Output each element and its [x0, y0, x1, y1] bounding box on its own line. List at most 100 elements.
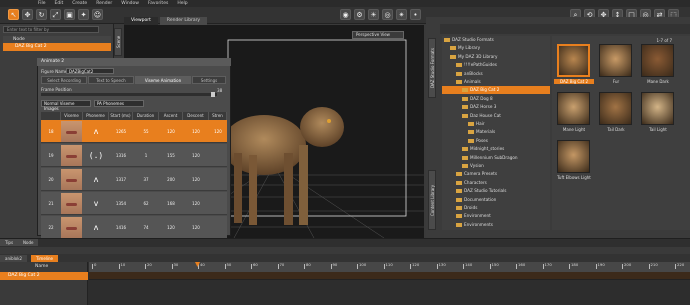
cell-strength [209, 168, 227, 191]
library-item[interactable]: Midnight_stories [442, 145, 550, 153]
column-header[interactable]: Viseme [61, 112, 83, 120]
cell-duration: 62 [143, 201, 149, 206]
tab-viewport[interactable]: Viewport [124, 17, 158, 25]
menu-window[interactable]: Window [121, 1, 139, 6]
tab-settings[interactable]: Settings [192, 76, 226, 84]
library-item-label: Hair [476, 121, 485, 126]
library-item[interactable]: Environments [442, 221, 550, 229]
thumbnail[interactable] [599, 44, 632, 77]
library-item[interactable]: My DAZ 3D Library [442, 53, 550, 61]
node-icon[interactable]: ▣ [64, 9, 75, 20]
library-item[interactable]: Droids [442, 204, 550, 212]
thumbnail[interactable] [557, 140, 590, 173]
thumbnail[interactable] [599, 92, 632, 125]
column-header[interactable]: Ascent (ms) [159, 112, 183, 126]
ruler-label: 210 [650, 262, 658, 267]
library-item[interactable]: DAZ Horse 3 [442, 103, 550, 111]
ruler-label: 10 [120, 262, 126, 267]
thumbnail[interactable] [641, 92, 674, 125]
library-item[interactable]: DAZ Dog 8 [442, 95, 550, 103]
library-item[interactable]: Hair [442, 120, 550, 128]
ruler-tick [171, 264, 173, 269]
figure-name-field[interactable]: DAZBigCat2 [66, 68, 114, 74]
scene-item-selected[interactable]: DAZ Big Cat 2 [3, 43, 111, 51]
thumbnail[interactable] [557, 44, 590, 77]
menu-create[interactable]: Create [72, 1, 87, 6]
column-header[interactable] [41, 112, 61, 120]
side-tab-daz-formats[interactable]: DAZ Studio Formats [428, 38, 436, 98]
menu-file[interactable]: File [38, 1, 46, 6]
library-item-label: Poses [476, 137, 488, 143]
thumbnail[interactable] [641, 44, 674, 77]
viseme-image [61, 216, 83, 239]
tab-render-library[interactable]: Render Library [159, 17, 208, 25]
menu-render[interactable]: Render [96, 1, 112, 6]
library-item[interactable]: Animals [442, 78, 550, 86]
folder-icon [468, 138, 474, 143]
lion-figure[interactable] [222, 107, 344, 225]
tab-node[interactable]: Node [18, 239, 39, 246]
tab-text-to-speech[interactable]: Text to Speech [88, 76, 134, 84]
cell-descent: 120 [192, 201, 200, 206]
library-item[interactable]: Characters [442, 179, 550, 187]
library-item[interactable]: Vysion [442, 162, 550, 170]
library-item[interactable]: DAZ Big Cat 2 [442, 86, 550, 95]
table-row[interactable]: 19 (.) 1316 1 155 120 [41, 144, 227, 167]
library-item[interactable]: !!!!ePathGuides [442, 61, 550, 69]
timeline-track-label[interactable]: DAZ Big Cat 2 [0, 272, 88, 280]
slider-handle[interactable] [211, 92, 215, 97]
tab-select-recording[interactable]: Select Recording [41, 76, 87, 84]
tab-timeline[interactable]: Timeline [31, 255, 59, 262]
scene-filter-input[interactable]: Enter text to filter by [3, 26, 99, 33]
viewport-tabs: Viewport Render Library [124, 17, 424, 25]
menu-favorites[interactable]: Favorites [148, 1, 168, 6]
library-item[interactable]: Millennium SubDragon [442, 154, 550, 162]
frame-position-slider[interactable] [41, 92, 217, 97]
column-header[interactable]: Stren [209, 112, 227, 120]
column-header[interactable]: Descent (ms) [183, 112, 209, 126]
table-row[interactable]: 18 ʌ 1265 55 120 120 120 [41, 120, 227, 143]
timeline-track[interactable] [89, 272, 690, 280]
menu-edit[interactable]: Edit [55, 1, 64, 6]
library-item[interactable]: anBlocks [442, 70, 550, 78]
library-item[interactable]: Materials [442, 128, 550, 136]
column-header[interactable]: Duration (ms) [133, 112, 159, 126]
thumbnail[interactable] [557, 92, 590, 125]
universal-icon[interactable]: ✦ [78, 9, 89, 20]
library-item-label: Midnight_stories [470, 146, 505, 152]
rotate-icon[interactable]: ↻ [36, 9, 47, 20]
camera-dropdown[interactable]: Perspective View [352, 31, 404, 39]
ruler-label: 140 [465, 262, 473, 267]
library-item[interactable]: Camera Presets [442, 170, 550, 178]
library-item[interactable]: My Library [442, 44, 550, 52]
menu-help[interactable]: Help [177, 1, 187, 6]
library-item[interactable]: Poses [442, 137, 550, 145]
pose-icon[interactable]: ☺ [92, 9, 103, 20]
library-item-label: Millennium SubDragon [470, 154, 518, 160]
phoneme-set-dropdown[interactable]: PA Phonemes [94, 100, 144, 107]
table-row[interactable]: 20 ʌ 1317 37 200 120 [41, 168, 227, 191]
table-row[interactable]: 22 ʌ 1416 74 120 120 [41, 216, 227, 239]
move-icon[interactable]: ✥ [22, 9, 33, 20]
library-item[interactable]: DAZ Studio Tutorials [442, 187, 550, 195]
column-header[interactable]: Phoneme [83, 112, 109, 120]
library-item[interactable]: DAZ Studio Formats [442, 36, 550, 44]
viseme-images-dropdown[interactable]: Normal Viseme Images [41, 100, 91, 111]
tab-aniblok[interactable]: aniblok2 [0, 255, 28, 262]
library-item[interactable]: Environment [442, 212, 550, 220]
cell-descent: 120 [192, 225, 200, 230]
column-header[interactable]: Start (ms) [109, 112, 133, 120]
mouth-thumbnail [61, 193, 82, 214]
scene-side-tab[interactable]: Scene [114, 28, 122, 56]
ruler-tick [595, 264, 597, 269]
ruler-tick [277, 264, 279, 269]
library-item[interactable]: Daz House Cat [442, 112, 550, 120]
side-tab-content-library[interactable]: Content Library [428, 170, 436, 230]
tab-viseme-animation[interactable]: Viseme Animation [135, 76, 191, 84]
scale-icon[interactable]: ⤢ [50, 9, 61, 20]
library-item[interactable]: Documentation [442, 196, 550, 204]
ruler-label: 0 [94, 262, 97, 267]
pointer-icon[interactable]: ↖ [8, 9, 19, 20]
table-row[interactable]: 21 v 1354 62 168 120 [41, 192, 227, 215]
tab-tips[interactable]: Tips [0, 239, 19, 246]
